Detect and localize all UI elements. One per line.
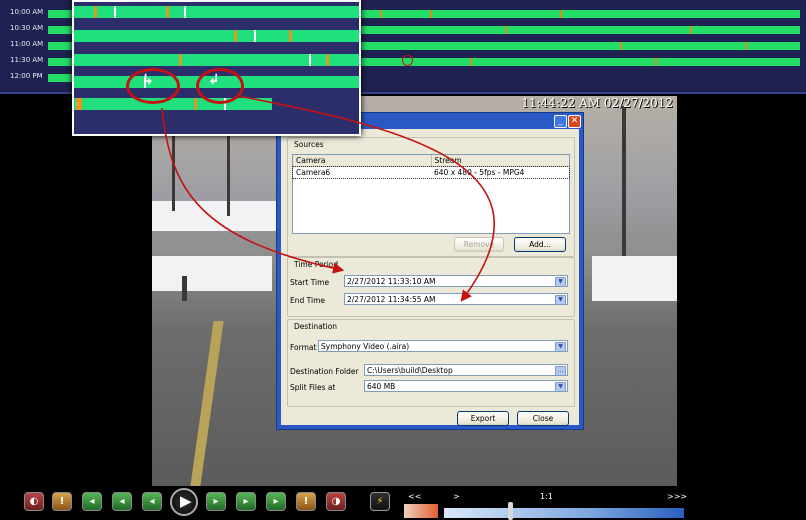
step-forward-icon[interactable]: ▸ xyxy=(236,492,256,511)
speed-slider-thumb[interactable] xyxy=(508,502,513,520)
speed-label-normal: 1:1 xyxy=(540,492,553,501)
step-back-large-icon[interactable]: ◂ xyxy=(82,492,102,511)
next-event-icon[interactable]: ! xyxy=(296,492,316,511)
end-time-arrow xyxy=(237,95,495,302)
speed-label-reverse: << xyxy=(408,492,422,501)
play-icon[interactable]: ▶ xyxy=(170,488,198,516)
fast-forward-icon[interactable]: ▸ xyxy=(206,492,226,511)
rewind-icon[interactable]: ◂ xyxy=(142,492,162,511)
step-back-icon[interactable]: ◂ xyxy=(112,492,132,511)
speed-label-fast: >>> xyxy=(667,492,688,501)
step-forward-large-icon[interactable]: ▸ xyxy=(266,492,286,511)
speed-label-forward: > xyxy=(453,492,460,501)
live-view-icon[interactable]: ⚡ xyxy=(370,492,390,511)
annotation-arrows xyxy=(161,95,495,302)
start-time-arrow xyxy=(161,107,345,274)
go-to-end-icon[interactable]: ◑ xyxy=(326,492,346,511)
go-to-start-icon[interactable]: ◐ xyxy=(24,492,44,511)
previous-event-icon[interactable]: ! xyxy=(52,492,72,511)
reverse-speed-zone[interactable] xyxy=(404,504,438,518)
speed-slider-track[interactable] xyxy=(444,508,684,518)
